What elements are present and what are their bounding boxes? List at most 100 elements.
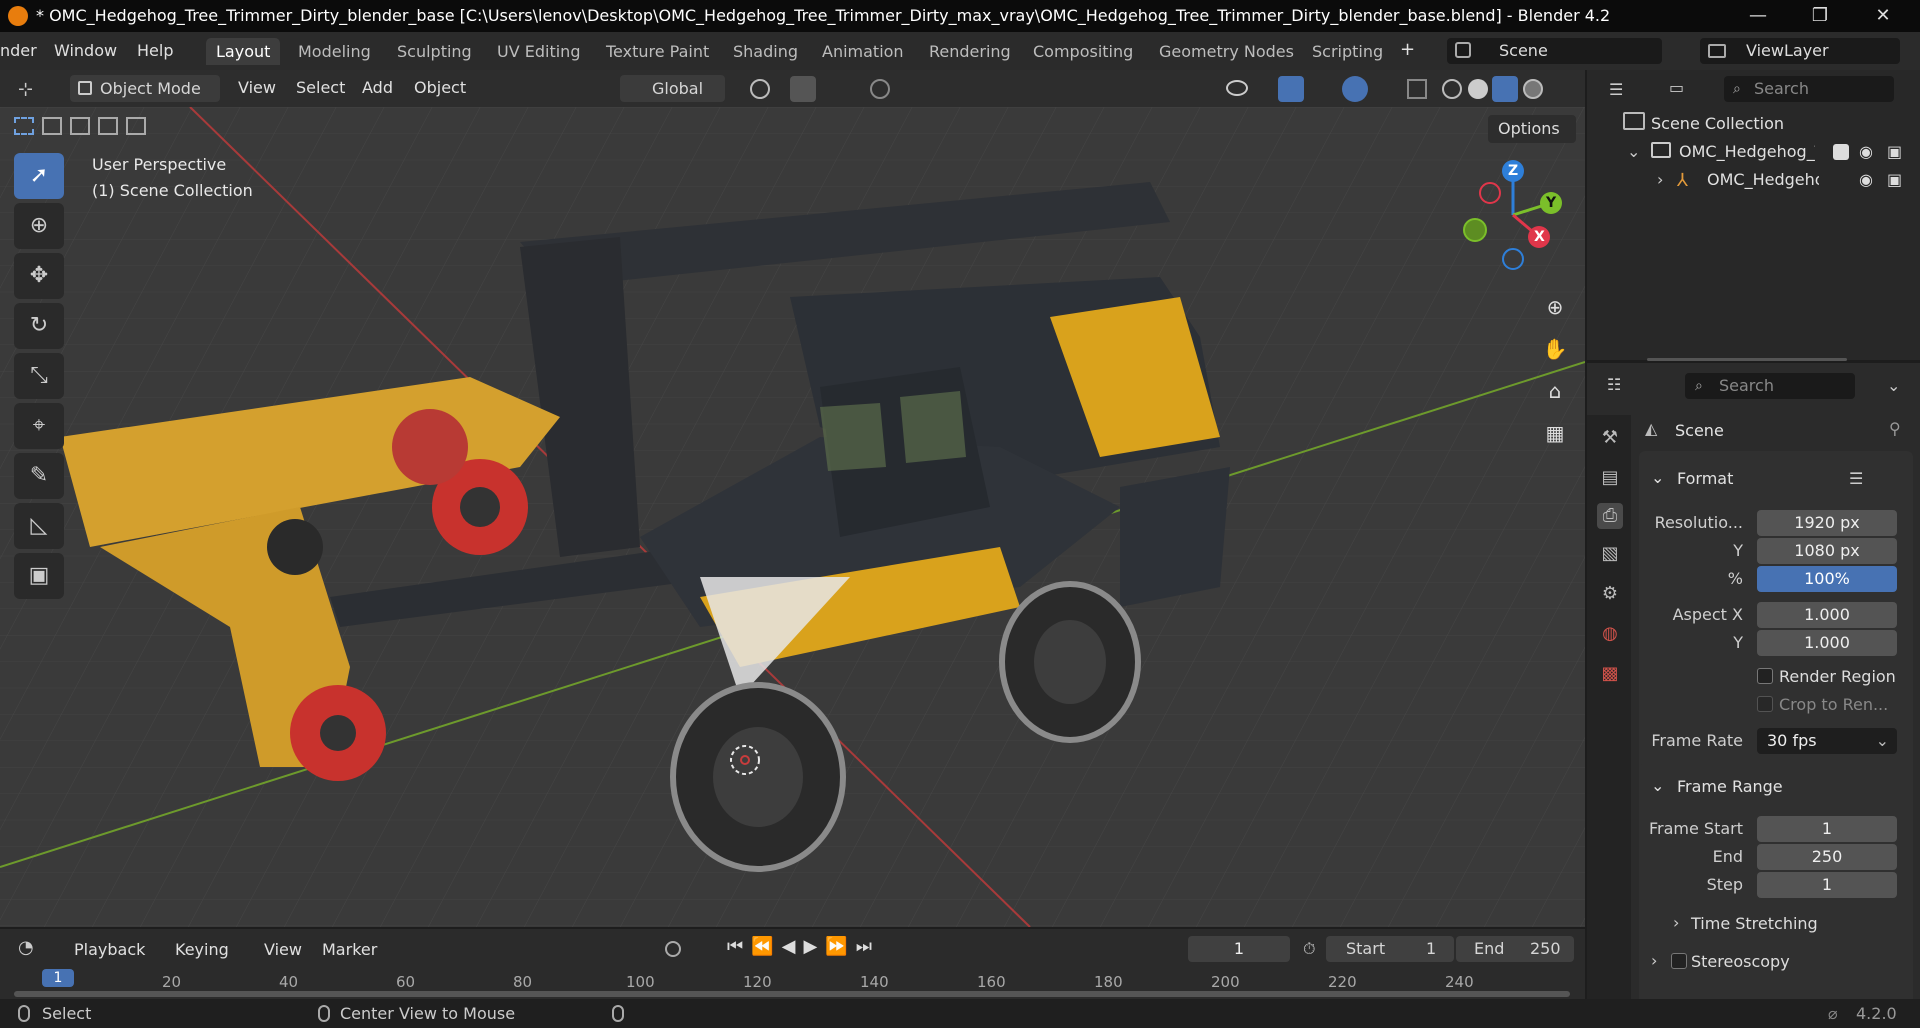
frame-range-section-title[interactable]: Frame Range xyxy=(1677,777,1783,796)
visibility-eye-icon[interactable]: ◉ xyxy=(1859,142,1873,161)
options-dropdown[interactable]: Options xyxy=(1488,115,1576,143)
3d-viewport[interactable]: ➚ ⊕ ✥ ↻ ⤡ ⌖ ✎ ◺ ▣ User Perspective (1) S… xyxy=(0,107,1585,927)
pivot-icon[interactable] xyxy=(750,79,770,99)
overlays-toggle-icon[interactable] xyxy=(1342,76,1368,102)
gizmo-toggle-icon[interactable] xyxy=(1278,76,1304,102)
add-workspace-button[interactable]: + xyxy=(1400,39,1415,60)
select-extend-icon[interactable] xyxy=(42,117,62,135)
playhead-frame-indicator[interactable]: 1 xyxy=(42,969,74,987)
measure-tool-icon[interactable]: ◺ xyxy=(14,503,64,549)
outliner-search-input[interactable]: Search xyxy=(1724,76,1894,102)
tab-animation[interactable]: Animation xyxy=(812,38,914,65)
move-tool-icon[interactable]: ✥ xyxy=(14,253,64,299)
menu-add[interactable]: Add xyxy=(362,78,393,97)
select-box-tool-icon[interactable]: ➚ xyxy=(14,153,64,199)
tab-sculpting[interactable]: Sculpting xyxy=(387,38,482,65)
view-layer-selector[interactable]: ViewLayer xyxy=(1700,38,1900,64)
world-tab-icon[interactable]: ◍ xyxy=(1597,621,1623,647)
start-frame-field[interactable]: Start 1 xyxy=(1326,936,1454,962)
timeline-editor-icon[interactable]: ◔ xyxy=(18,937,34,958)
rendered-shading-icon[interactable] xyxy=(1523,79,1543,99)
crop-checkbox[interactable] xyxy=(1757,696,1773,712)
outliner-item-collection[interactable]: OMC_Hedgehog_Tr xyxy=(1679,142,1815,161)
tool-tab-icon[interactable]: ⚒ xyxy=(1597,425,1623,451)
frame-start-field[interactable]: 1 xyxy=(1757,816,1897,842)
xray-icon[interactable] xyxy=(1407,79,1427,99)
select-new-icon[interactable] xyxy=(14,117,34,135)
outliner-editor-icon[interactable]: ☰ xyxy=(1609,80,1641,102)
tab-scripting[interactable]: Scripting xyxy=(1302,38,1393,65)
scale-tool-icon[interactable]: ⤡ xyxy=(14,353,64,399)
tab-shading[interactable]: Shading xyxy=(723,38,808,65)
expand-chevron-icon[interactable]: › xyxy=(1657,170,1663,189)
aspect-x-field[interactable]: 1.000 xyxy=(1757,602,1897,628)
tab-rendering[interactable]: Rendering xyxy=(919,38,1021,65)
ortho-grid-icon[interactable]: ▦ xyxy=(1537,415,1573,451)
expand-chevron-icon[interactable]: › xyxy=(1651,951,1657,970)
resolution-percent-slider[interactable]: 100% xyxy=(1757,566,1897,592)
menu-help[interactable]: Help xyxy=(137,41,173,60)
scene-collection-label[interactable]: Scene Collection xyxy=(1651,114,1784,133)
expand-chevron-icon[interactable]: › xyxy=(1673,913,1679,932)
render-region-checkbox[interactable] xyxy=(1757,668,1773,684)
editor-type-icon[interactable]: ⊹ xyxy=(18,79,40,100)
playback-controls[interactable]: ⏮⏪◀▶⏩⏭ xyxy=(727,936,880,957)
frame-range-collapse-icon[interactable]: ⌄ xyxy=(1651,776,1664,795)
timeline-scrollbar[interactable] xyxy=(14,991,1570,997)
format-collapse-icon[interactable]: ⌄ xyxy=(1651,468,1664,487)
properties-search-input[interactable]: Search xyxy=(1685,373,1855,399)
camera-view-icon[interactable]: ⌂ xyxy=(1537,373,1573,409)
snap-toggle-icon[interactable] xyxy=(790,76,816,102)
menu-select[interactable]: Select xyxy=(296,78,345,97)
current-frame-field[interactable]: 1 xyxy=(1188,936,1290,962)
output-tab-icon[interactable]: ⎙ xyxy=(1597,503,1623,529)
outliner-scrollbar[interactable] xyxy=(1647,358,1847,361)
time-stretching-section[interactable]: Time Stretching xyxy=(1691,914,1818,933)
object-mode-dropdown[interactable]: Object Mode xyxy=(70,75,220,102)
stereoscopy-section[interactable]: Stereoscopy xyxy=(1691,952,1790,971)
tab-layout[interactable]: Layout xyxy=(206,38,281,65)
render-tab-icon[interactable]: ▤ xyxy=(1597,465,1623,491)
resolution-x-field[interactable]: 1920 px xyxy=(1757,510,1897,536)
presets-list-icon[interactable]: ☰ xyxy=(1849,469,1863,488)
collection-checkbox[interactable] xyxy=(1833,144,1849,160)
pin-icon[interactable]: ⚲ xyxy=(1889,419,1901,438)
end-frame-field[interactable]: End 250 xyxy=(1456,936,1574,962)
tab-uv-editing[interactable]: UV Editing xyxy=(487,38,590,65)
tab-compositing[interactable]: Compositing xyxy=(1023,38,1143,65)
visibility-icon[interactable] xyxy=(1226,80,1248,96)
cursor-tool-icon[interactable]: ⊕ xyxy=(14,203,64,249)
render-camera-icon[interactable]: ▣ xyxy=(1887,170,1902,189)
select-difference-icon[interactable] xyxy=(98,117,118,135)
resolution-y-field[interactable]: 1080 px xyxy=(1757,538,1897,564)
texture-tab-icon[interactable]: ▩ xyxy=(1597,661,1623,687)
format-section-title[interactable]: Format xyxy=(1677,469,1733,488)
menu-object[interactable]: Object xyxy=(414,78,466,97)
add-cube-tool-icon[interactable]: ▣ xyxy=(14,553,64,599)
properties-options-chevron-icon[interactable]: ⌄ xyxy=(1887,376,1900,395)
tab-modeling[interactable]: Modeling xyxy=(288,38,381,65)
expand-chevron-icon[interactable]: ⌄ xyxy=(1627,142,1640,161)
menu-playback[interactable]: Playback xyxy=(74,940,145,959)
scene-selector[interactable]: Scene xyxy=(1447,38,1662,64)
pan-hand-icon[interactable]: ✋ xyxy=(1537,331,1573,367)
minimize-button[interactable]: — xyxy=(1730,0,1786,32)
frame-step-field[interactable]: 1 xyxy=(1757,872,1897,898)
select-mode-toggles[interactable] xyxy=(14,115,146,137)
properties-editor-icon[interactable]: ☷ xyxy=(1607,375,1641,397)
frame-end-field[interactable]: 250 xyxy=(1757,844,1897,870)
auto-key-icon[interactable] xyxy=(665,941,681,957)
wireframe-shading-icon[interactable] xyxy=(1442,79,1462,99)
maximize-button[interactable]: ❐ xyxy=(1792,0,1848,32)
render-camera-icon[interactable]: ▣ xyxy=(1887,142,1902,161)
menu-marker[interactable]: Marker xyxy=(322,940,377,959)
view-layer-tab-icon[interactable]: ▧ xyxy=(1597,541,1623,567)
outliner-item-object[interactable]: OMC_Hedgeho xyxy=(1707,170,1819,189)
proportional-edit-icon[interactable] xyxy=(870,79,890,99)
annotate-tool-icon[interactable]: ✎ xyxy=(14,453,64,499)
tab-geometry-nodes[interactable]: Geometry Nodes xyxy=(1149,38,1304,65)
aspect-y-field[interactable]: 1.000 xyxy=(1757,630,1897,656)
visibility-eye-icon[interactable]: ◉ xyxy=(1859,170,1873,189)
menu-keying[interactable]: Keying xyxy=(175,940,229,959)
stopwatch-icon[interactable]: ⏱ xyxy=(1303,939,1315,959)
